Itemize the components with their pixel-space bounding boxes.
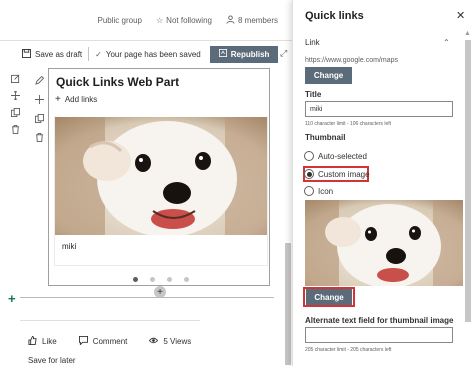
change-link-label: Change xyxy=(313,71,344,80)
link-thumbnail-image xyxy=(55,117,267,235)
plus-icon: + xyxy=(55,94,61,105)
group-type-label: Public group xyxy=(97,15,142,25)
link-section-label[interactable]: Link xyxy=(305,38,320,47)
like-label: Like xyxy=(42,337,57,346)
group-type: Public group xyxy=(98,16,142,25)
views-count: 5 Views xyxy=(149,336,191,347)
property-pane: Quick links ✕ Link ⌃ https://www.google.… xyxy=(292,0,474,366)
checkmark-icon: ✓ xyxy=(95,49,102,59)
title-field[interactable]: miki xyxy=(305,101,453,117)
save-for-later-link[interactable]: Save for later xyxy=(28,356,76,365)
change-link-button[interactable]: Change xyxy=(305,67,352,84)
star-icon: ☆ xyxy=(156,15,164,25)
like-button[interactable]: Like xyxy=(28,335,57,347)
close-icon[interactable]: ✕ xyxy=(456,9,465,22)
members-link[interactable]: 8 members xyxy=(226,14,278,26)
move-section-icon[interactable] xyxy=(6,87,24,104)
radio-custom-image-circle[interactable] xyxy=(304,169,314,179)
page-scrollbar[interactable] xyxy=(284,68,292,365)
save-icon xyxy=(22,48,31,60)
link-url: https://www.google.com/maps xyxy=(305,57,398,64)
eye-icon xyxy=(149,336,159,347)
change-thumbnail-label: Change xyxy=(314,292,344,302)
follow-label: Not following xyxy=(166,15,212,25)
webpart-title[interactable]: Quick Links Web Part xyxy=(56,75,179,89)
site-header: Public group ☆ Not following 8 members xyxy=(0,0,292,40)
delete-section-icon[interactable] xyxy=(6,121,24,138)
command-separator xyxy=(88,47,90,61)
move-webpart-icon[interactable] xyxy=(31,91,47,107)
edit-section-icon[interactable] xyxy=(6,70,24,87)
radio-custom-image[interactable]: Custom image xyxy=(304,169,370,179)
thumbs-up-icon xyxy=(28,335,37,347)
alt-text-label: Alternate text field for thumbnail image xyxy=(305,316,454,325)
delete-webpart-icon[interactable] xyxy=(31,129,47,145)
add-links-button[interactable]: + Add links xyxy=(55,94,97,105)
pane-scrollbar[interactable]: ▲ xyxy=(464,30,472,366)
footer-divider xyxy=(20,320,200,321)
members-label: 8 members xyxy=(237,15,278,25)
section-toolbar xyxy=(6,70,26,138)
follow-toggle[interactable]: ☆ Not following xyxy=(156,16,212,25)
page-scrollbar-thumb[interactable] xyxy=(285,243,291,365)
duplicate-section-icon[interactable] xyxy=(6,104,24,121)
carousel-dot[interactable] xyxy=(167,277,172,282)
social-bar: Like Comment 5 Views xyxy=(28,335,191,347)
chevron-up-icon[interactable]: ⌃ xyxy=(443,38,450,47)
carousel-dot[interactable] xyxy=(184,277,189,282)
republish-button[interactable]: Republish xyxy=(209,45,279,63)
save-draft-button[interactable]: Save as draft xyxy=(22,48,83,60)
edit-webpart-icon[interactable] xyxy=(31,72,47,88)
views-label: 5 Views xyxy=(163,337,192,346)
saved-status: ✓ Your page has been saved xyxy=(95,50,201,59)
comment-button[interactable]: Comment xyxy=(78,336,128,347)
pane-scrollbar-thumb[interactable] xyxy=(465,40,471,322)
title-field-label: Title xyxy=(305,90,322,99)
section-divider xyxy=(20,297,274,298)
radio-auto-selected-label: Auto-selected xyxy=(318,151,367,161)
command-bar: Save as draft ✓ Your page has been saved… xyxy=(0,41,292,67)
radio-custom-image-label: Custom image xyxy=(318,169,370,179)
publish-icon xyxy=(218,49,227,59)
radio-icon-circle[interactable] xyxy=(304,186,314,196)
page-canvas: Public group ☆ Not following 8 members S… xyxy=(0,0,292,366)
person-icon xyxy=(226,14,235,26)
title-char-hint: 110 character limit - 106 characters lef… xyxy=(305,121,392,127)
custom-thumbnail-preview xyxy=(305,200,463,286)
saved-status-text: Your page has been saved xyxy=(105,49,201,59)
expand-icon[interactable]: ⤢ xyxy=(280,48,287,59)
thumbnail-label: Thumbnail xyxy=(305,133,346,142)
republish-label: Republish xyxy=(230,49,270,59)
radio-icon[interactable]: Icon xyxy=(304,186,333,196)
pane-title: Quick links xyxy=(305,10,364,22)
comment-icon xyxy=(78,336,88,347)
scroll-up-arrow-icon[interactable]: ▲ xyxy=(464,30,471,37)
radio-auto-selected[interactable]: Auto-selected xyxy=(304,151,367,161)
change-thumbnail-button[interactable]: Change xyxy=(306,289,352,305)
carousel-dot[interactable] xyxy=(150,277,155,282)
radio-auto-selected-circle[interactable] xyxy=(304,151,314,161)
save-draft-label: Save as draft xyxy=(35,49,83,59)
radio-icon-label: Icon xyxy=(318,186,334,196)
title-field-value: miki xyxy=(310,105,323,113)
alt-text-field[interactable] xyxy=(305,327,453,343)
add-section-button[interactable]: + xyxy=(8,291,16,306)
quick-links-webpart[interactable]: Quick Links Web Part + Add links miki xyxy=(48,68,270,286)
carousel-dot[interactable] xyxy=(133,277,138,282)
alt-text-char-hint: 205 character limit - 205 characters lef… xyxy=(305,347,392,353)
link-caption[interactable]: miki xyxy=(62,242,76,251)
duplicate-webpart-icon[interactable] xyxy=(31,110,47,126)
webpart-toolbar xyxy=(29,68,49,145)
add-links-label: Add links xyxy=(64,95,98,104)
comment-label: Comment xyxy=(92,337,128,346)
carousel-dots xyxy=(133,277,189,282)
